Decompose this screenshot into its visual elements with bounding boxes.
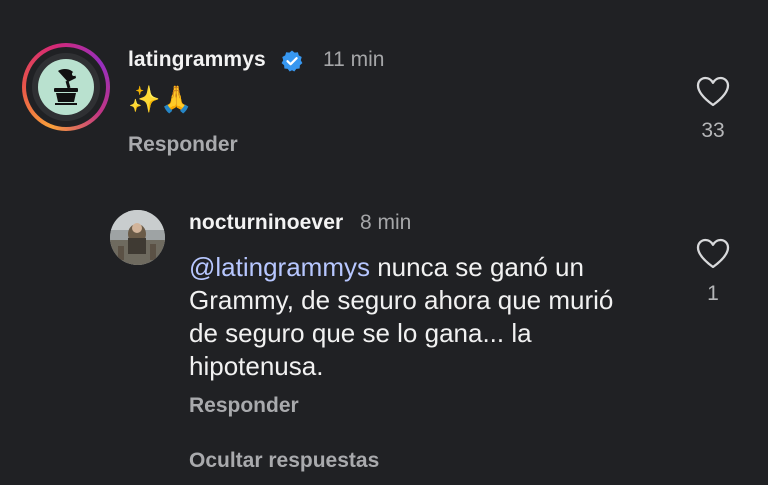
- like-count: 33: [701, 119, 725, 142]
- verified-badge-icon: [281, 50, 303, 72]
- reply-text-line-1: @latingrammys nunca se ganó un: [189, 251, 584, 284]
- heart-icon[interactable]: [696, 238, 730, 270]
- avatar-background: [38, 59, 94, 115]
- comment-text: ✨🙏: [128, 85, 193, 115]
- comment-timestamp: 11 min: [323, 48, 385, 71]
- hide-replies-button[interactable]: Ocultar respuestas: [189, 449, 379, 473]
- reply-text-line-3: de seguro que se lo gana... la: [189, 318, 532, 348]
- reply-text-line-4: hipotenusa.: [189, 351, 324, 381]
- mention-link[interactable]: @latingrammys: [189, 252, 370, 282]
- reply-username[interactable]: nocturninoever: [189, 211, 343, 235]
- avatar-ring-gap: [26, 47, 106, 127]
- reply-reply-button[interactable]: Responder: [189, 394, 299, 418]
- avatar[interactable]: [32, 53, 100, 121]
- reply-text-line-2: Grammy, de seguro ahora que murió: [189, 285, 614, 315]
- avatar-story-ring[interactable]: [22, 43, 110, 131]
- reply-avatar[interactable]: [110, 210, 165, 265]
- heart-icon[interactable]: [696, 76, 730, 108]
- gramophone-icon: [54, 69, 78, 105]
- avatar-photo: [110, 210, 165, 265]
- comment-username[interactable]: latingrammys: [128, 48, 266, 72]
- reply-text-segment: nunca se ganó un: [369, 252, 584, 282]
- reply-timestamp: 8 min: [360, 211, 412, 234]
- reply-like-count: 1: [707, 282, 719, 305]
- reply-button[interactable]: Responder: [128, 133, 238, 157]
